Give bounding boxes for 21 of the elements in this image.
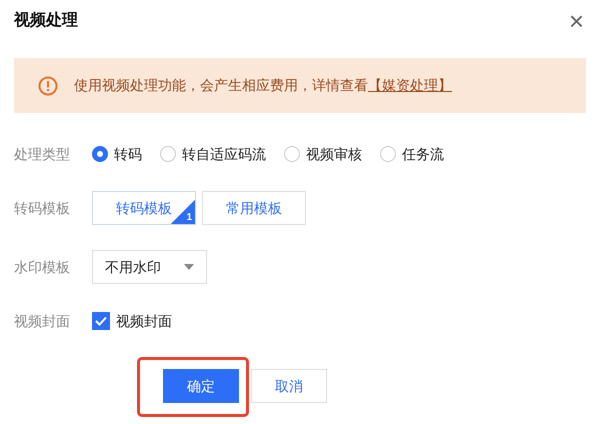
template-tab[interactable]: 转码模板 1 [92, 191, 196, 225]
field-label: 水印模板 [14, 258, 71, 276]
confirm-button[interactable]: 确定 [163, 369, 239, 403]
dialog-title: 视频处理 [14, 10, 78, 31]
close-button[interactable]: × [568, 8, 584, 34]
cover-checkbox[interactable]: 视频封面 [92, 310, 172, 332]
cancel-button[interactable]: 取消 [251, 369, 327, 403]
watermark-select[interactable]: 不用水印 [92, 250, 207, 284]
radio-option[interactable]: 任务流 [380, 144, 444, 164]
radio-option[interactable]: 视频审核 [284, 144, 362, 164]
caret-icon [184, 264, 194, 270]
radio-option[interactable]: 转自适应码流 [160, 144, 266, 164]
count-badge: 1 [171, 200, 195, 224]
field-label: 转码模板 [14, 198, 71, 218]
alert-link[interactable]: 【媒资处理】 [368, 77, 452, 93]
warning-icon [38, 76, 58, 96]
radio-option[interactable]: 转码 [92, 144, 142, 164]
field-label: 视频封面 [14, 312, 71, 330]
template-tab[interactable]: 常用模板 [202, 191, 306, 225]
alert-message: 使用视频处理功能，会产生相应费用，详情查看【媒资处理】 [74, 76, 452, 95]
field-label: 处理类型 [14, 144, 71, 164]
